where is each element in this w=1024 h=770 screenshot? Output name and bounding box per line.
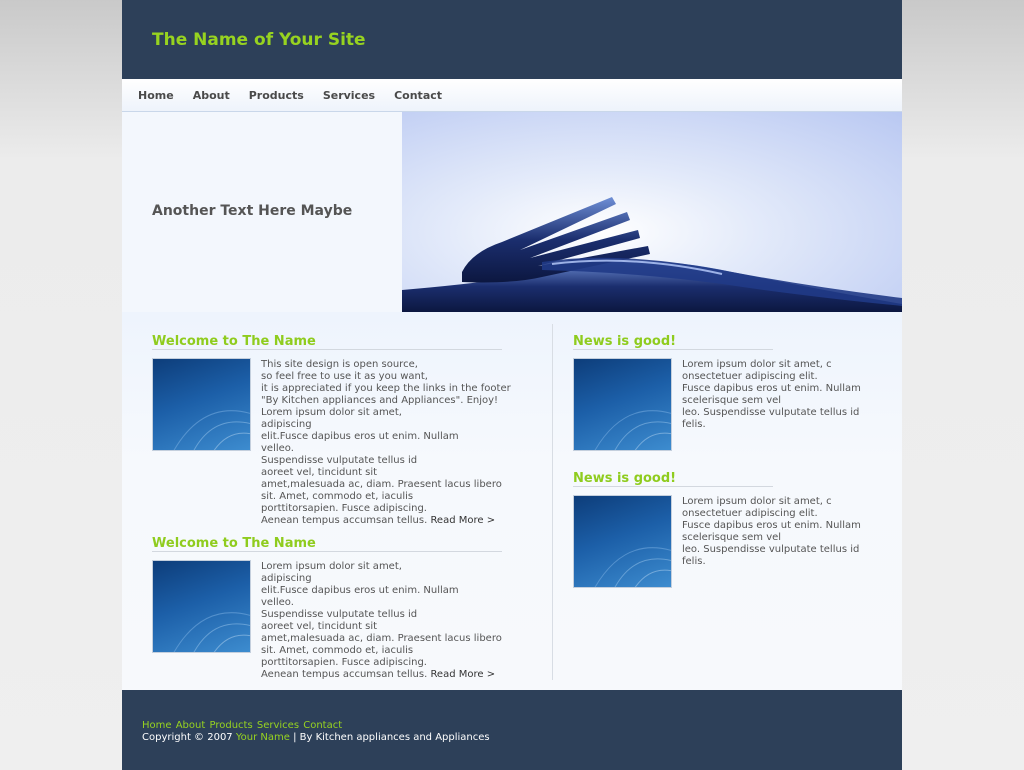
section-body: This site design is open source, so feel… [261, 359, 511, 527]
site-title[interactable]: The Name of Your Site [152, 30, 366, 50]
copyright-suffix: | By Kitchen appliances and Appliances [289, 732, 490, 743]
thumbnail-image [573, 495, 672, 588]
footer-link-about[interactable]: About [176, 720, 206, 731]
section-title: News is good! [573, 471, 677, 486]
site-footer: Home About Products Services Contact Cop… [122, 690, 902, 770]
section-body: Lorem ipsum dolor sit amet, adipiscing e… [261, 561, 502, 681]
footer-link-services[interactable]: Services [257, 720, 299, 731]
body-text: This site design is open source, so feel… [261, 359, 511, 526]
section-body: Lorem ipsum dolor sit amet, c onsectetue… [682, 359, 861, 430]
hero-banner: Another Text Here Maybe [122, 112, 902, 312]
thumbnail-image [152, 358, 251, 451]
main-navigation: Home About Products Services Contact [122, 79, 902, 112]
read-more-link[interactable]: Read More > [430, 669, 495, 680]
nav-item-services[interactable]: Services [323, 89, 375, 102]
body-text: Lorem ipsum dolor sit amet, adipiscing e… [261, 561, 502, 680]
abstract-wave-icon [594, 410, 671, 450]
fork-knife-photo [402, 112, 902, 312]
footer-link-products[interactable]: Products [209, 720, 252, 731]
page-wrapper: The Name of Your Site Home About Product… [122, 0, 902, 770]
site-header: The Name of Your Site [122, 0, 902, 79]
fork-knife-icon [402, 197, 902, 312]
copyright-text: Copyright © 2007 Your Name | By Kitchen … [142, 732, 490, 743]
column-divider [552, 324, 553, 680]
copyright-prefix: Copyright © 2007 [142, 732, 236, 743]
title-divider [573, 349, 773, 350]
copyright-name-link[interactable]: Your Name [236, 732, 290, 743]
footer-link-home[interactable]: Home [142, 720, 172, 731]
abstract-wave-icon [173, 410, 250, 450]
footer-link-contact[interactable]: Contact [303, 720, 342, 731]
abstract-wave-icon [594, 547, 671, 587]
title-divider [573, 486, 773, 487]
section-title: Welcome to The Name [152, 536, 316, 551]
nav-item-products[interactable]: Products [249, 89, 304, 102]
thumbnail-image [573, 358, 672, 451]
banner-tagline: Another Text Here Maybe [152, 203, 353, 219]
section-title: News is good! [573, 334, 677, 349]
nav-item-about[interactable]: About [193, 89, 230, 102]
nav-item-contact[interactable]: Contact [394, 89, 442, 102]
section-body: Lorem ipsum dolor sit amet, c onsectetue… [682, 496, 861, 567]
title-divider [152, 551, 502, 552]
footer-navigation: Home About Products Services Contact [142, 720, 343, 731]
title-divider [152, 349, 502, 350]
thumbnail-image [152, 560, 251, 653]
abstract-wave-icon [173, 612, 250, 652]
read-more-link[interactable]: Read More > [430, 515, 495, 526]
main-content: Welcome to The Name This site design is … [122, 312, 902, 690]
section-title: Welcome to The Name [152, 334, 316, 349]
nav-item-home[interactable]: Home [138, 89, 174, 102]
